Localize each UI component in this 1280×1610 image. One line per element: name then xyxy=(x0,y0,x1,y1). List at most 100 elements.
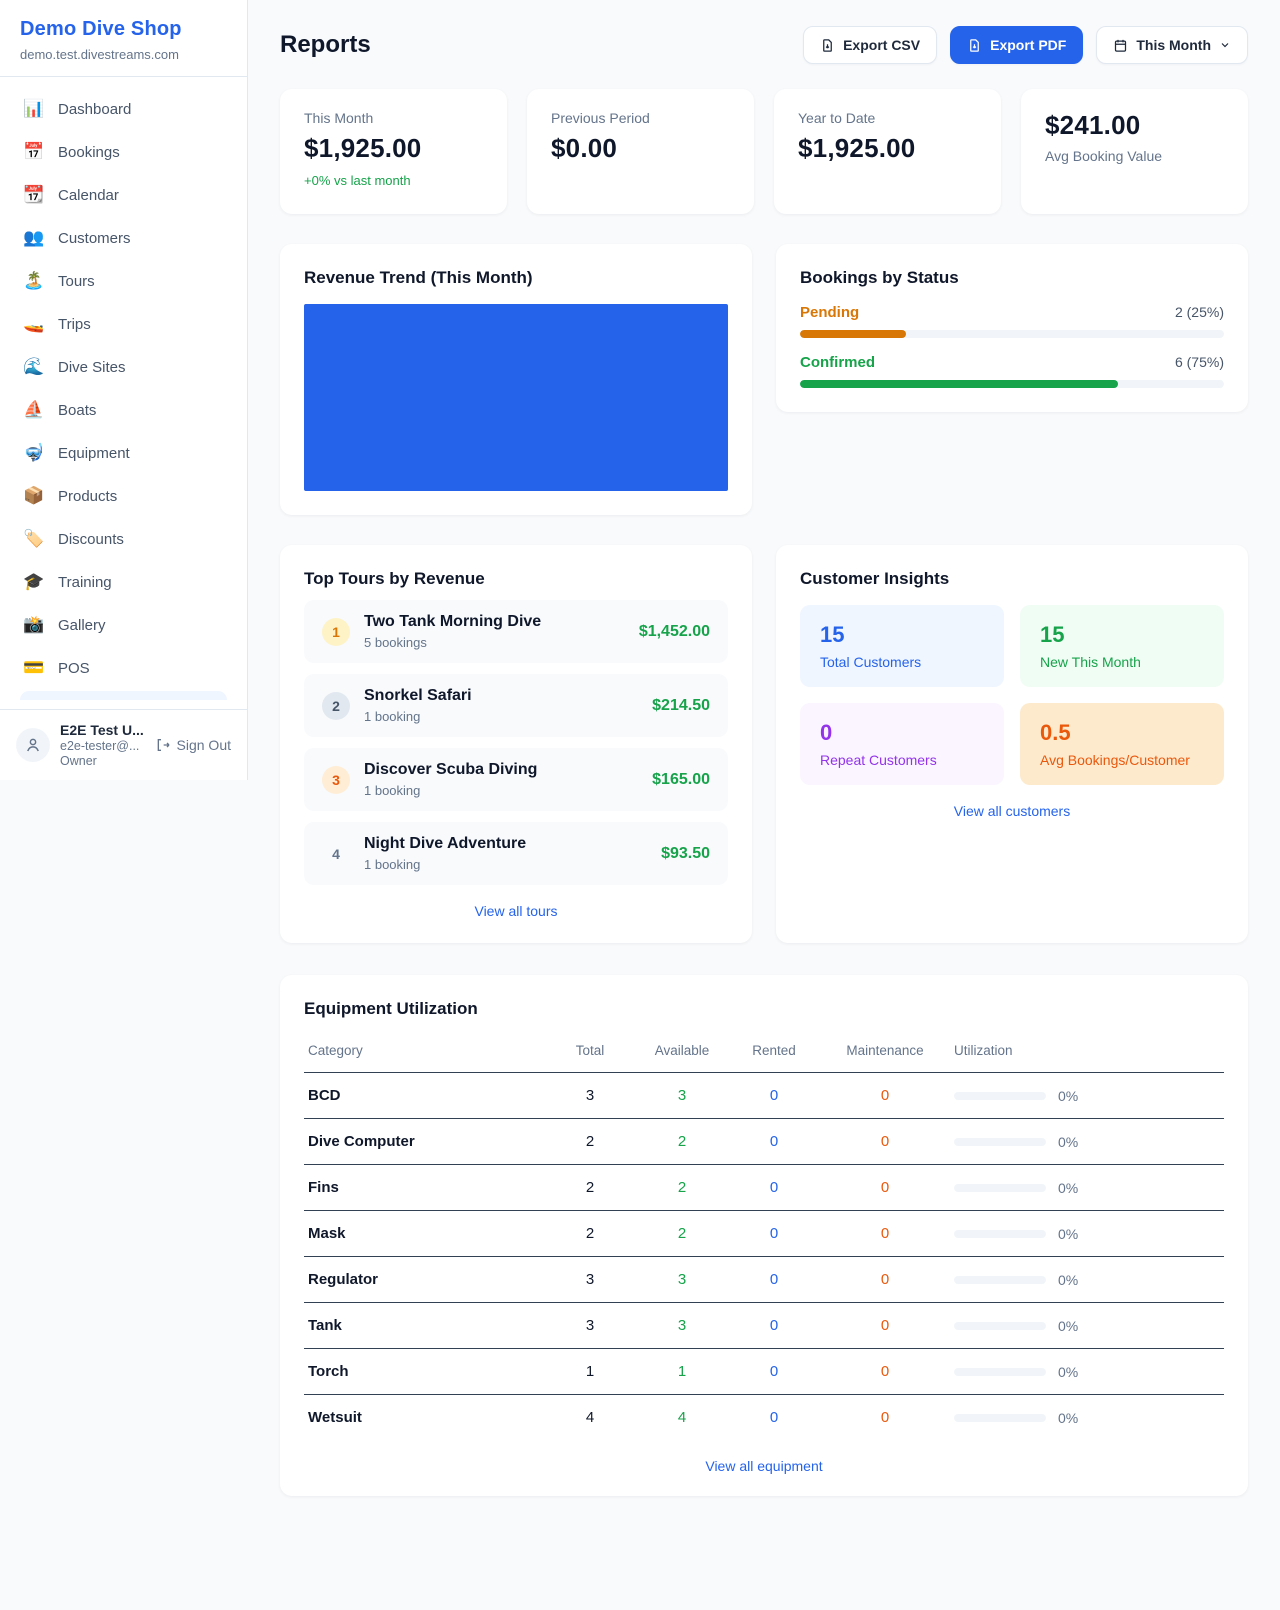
cell-total: 4 xyxy=(544,1395,636,1441)
sidebar-item-label: Tours xyxy=(58,273,95,290)
sidebar-item-boats[interactable]: ⛵ Boats xyxy=(10,390,237,430)
cell-category: Fins xyxy=(304,1165,544,1211)
rank-badge: 2 xyxy=(322,692,350,720)
progress-track xyxy=(800,330,1224,338)
revenue-trend-card: Revenue Trend (This Month) xyxy=(280,244,752,515)
file-download-icon xyxy=(820,38,835,53)
cell-total: 1 xyxy=(544,1349,636,1395)
export-pdf-button[interactable]: Export PDF xyxy=(950,26,1083,64)
col-available: Available xyxy=(636,1033,728,1073)
sidebar-item-trips[interactable]: 🚤 Trips xyxy=(10,304,237,344)
insight-label: Repeat Customers xyxy=(820,752,984,768)
cell-total: 3 xyxy=(544,1073,636,1119)
sailboat-icon: ⛵ xyxy=(23,400,45,420)
speedboat-icon: 🚤 xyxy=(23,314,45,334)
sidebar-item-bookings[interactable]: 📅Bookings xyxy=(10,132,237,172)
cell-available: 3 xyxy=(636,1303,728,1349)
user-name: E2E Test U... xyxy=(60,722,145,738)
period-dropdown[interactable]: This Month xyxy=(1096,26,1248,64)
export-csv-button[interactable]: Export CSV xyxy=(803,26,937,64)
sidebar-item-products[interactable]: 📦Products xyxy=(10,476,237,516)
col-total: Total xyxy=(544,1033,636,1073)
sidebar-item-customers[interactable]: 👥Customers xyxy=(10,218,237,258)
user-role: Owner xyxy=(60,754,145,768)
cell-available: 3 xyxy=(636,1073,728,1119)
tour-bookings: 5 bookings xyxy=(364,635,625,650)
cell-available: 3 xyxy=(636,1257,728,1303)
cell-total: 2 xyxy=(544,1211,636,1257)
stat-label: Previous Period xyxy=(551,110,730,126)
sidebar-item-label: Dive Sites xyxy=(58,359,126,376)
revenue-trend-title: Revenue Trend (This Month) xyxy=(304,268,728,288)
cell-available: 1 xyxy=(636,1349,728,1395)
sign-out-label: Sign Out xyxy=(177,737,231,753)
cell-maintenance: 0 xyxy=(820,1073,950,1119)
cell-maintenance: 0 xyxy=(820,1211,950,1257)
col-category: Category xyxy=(304,1033,544,1073)
equipment-utilization-title: Equipment Utilization xyxy=(304,999,1224,1019)
cell-maintenance: 0 xyxy=(820,1349,950,1395)
insights-row: Top Tours by Revenue 1 Two Tank Morning … xyxy=(280,545,1248,943)
cell-category: Regulator xyxy=(304,1257,544,1303)
cell-rented: 0 xyxy=(728,1395,820,1441)
utilization-pct: 0% xyxy=(1058,1410,1078,1426)
sidebar-header: Demo Dive Shop demo.test.divestreams.com xyxy=(0,0,247,77)
utilization-track xyxy=(954,1092,1046,1100)
cell-rented: 0 xyxy=(728,1257,820,1303)
sidebar-item-reports-partial[interactable] xyxy=(20,691,227,700)
equipment-table: Category Total Available Rented Maintena… xyxy=(304,1033,1224,1440)
file-download-icon xyxy=(967,38,982,53)
sidebar-item-label: Dashboard xyxy=(58,101,131,118)
period-label: This Month xyxy=(1136,37,1211,53)
rank-badge: 3 xyxy=(322,766,350,794)
sidebar-item-discounts[interactable]: 🏷️Discounts xyxy=(10,519,237,559)
tour-name: Snorkel Safari xyxy=(364,687,472,704)
avatar xyxy=(16,728,50,762)
utilization-track xyxy=(954,1184,1046,1192)
utilization-pct: 0% xyxy=(1058,1180,1078,1196)
bookings-by-status-card: Bookings by Status Pending 2 (25%) Confi… xyxy=(776,244,1248,412)
revenue-trend-chart xyxy=(304,304,728,491)
user-meta: E2E Test U... e2e-tester@... Owner xyxy=(60,722,145,768)
sign-out-button[interactable]: Sign Out xyxy=(155,737,231,753)
rank-badge: 1 xyxy=(322,618,350,646)
sidebar-item-label: Boats xyxy=(58,402,96,419)
sidebar-item-pos[interactable]: 💳POS xyxy=(10,648,237,688)
cell-category: Wetsuit xyxy=(304,1395,544,1441)
sidebar-item-gallery[interactable]: 📸Gallery xyxy=(10,605,237,645)
sidebar-item-tours[interactable]: 🏝️ Tours xyxy=(10,261,237,301)
sidebar-item-calendar[interactable]: 📆Calendar xyxy=(10,175,237,215)
bookings-by-status-title: Bookings by Status xyxy=(800,268,1224,288)
sidebar-item-equipment[interactable]: 🤿Equipment xyxy=(10,433,237,473)
utilization-pct: 0% xyxy=(1058,1226,1078,1242)
insight-avg-bookings: 0.5 Avg Bookings/Customer xyxy=(1020,703,1224,785)
sidebar-item-training[interactable]: 🎓Training xyxy=(10,562,237,602)
sidebar-item-label: Trips xyxy=(58,316,91,333)
utilization-pct: 0% xyxy=(1058,1364,1078,1380)
sidebar: Demo Dive Shop demo.test.divestreams.com… xyxy=(0,0,248,780)
table-header-row: Category Total Available Rented Maintena… xyxy=(304,1033,1224,1073)
sidebar-item-label: Training xyxy=(58,574,112,591)
tour-name: Discover Scuba Diving xyxy=(364,761,537,778)
cell-category: Mask xyxy=(304,1211,544,1257)
stat-card-this-month: This Month $1,925.00 +0% vs last month xyxy=(280,89,507,214)
tour-row: 1 Two Tank Morning Dive5 bookings $1,452… xyxy=(304,600,728,663)
stat-label: Year to Date xyxy=(798,110,977,126)
tour-bookings: 1 booking xyxy=(364,857,647,872)
island-icon: 🏝️ xyxy=(23,271,45,291)
diving-mask-icon: 🤿 xyxy=(23,443,45,463)
sidebar-item-dashboard[interactable]: 📊Dashboard xyxy=(10,89,237,129)
calendar-icon: 📆 xyxy=(23,185,45,205)
view-all-tours-link[interactable]: View all tours xyxy=(304,903,728,919)
cell-rented: 0 xyxy=(728,1073,820,1119)
page-header: Reports Export CSV Export PDF This Month xyxy=(280,26,1248,64)
stat-label: This Month xyxy=(304,110,483,126)
header-actions: Export CSV Export PDF This Month xyxy=(803,26,1248,64)
cell-maintenance: 0 xyxy=(820,1303,950,1349)
view-all-equipment-link[interactable]: View all equipment xyxy=(304,1458,1224,1474)
utilization-track xyxy=(954,1368,1046,1376)
sidebar-item-dive-sites[interactable]: 🌊Dive Sites xyxy=(10,347,237,387)
col-maintenance: Maintenance xyxy=(820,1033,950,1073)
view-all-customers-link[interactable]: View all customers xyxy=(800,803,1224,819)
sidebar-nav: 📊Dashboard 📅Bookings 📆Calendar 👥Customer… xyxy=(0,77,247,709)
